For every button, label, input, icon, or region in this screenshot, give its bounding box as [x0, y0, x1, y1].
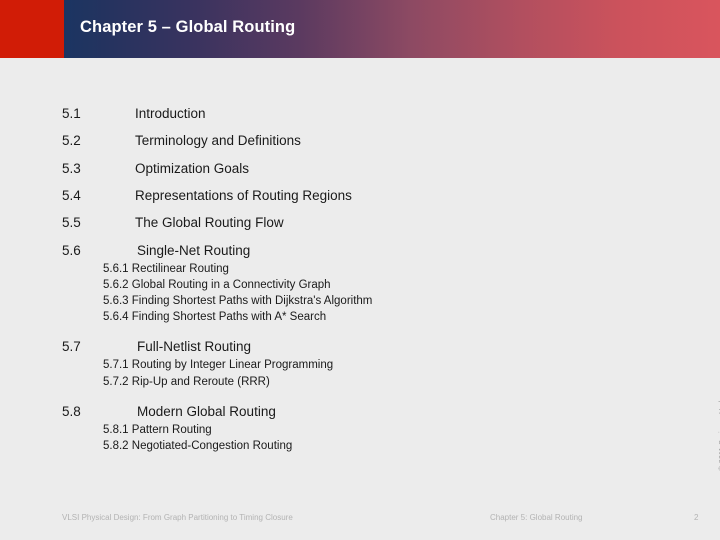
- outline-section-number: 5.8: [62, 403, 81, 419]
- outline-section-row: 5.8 Modern Global Routing: [0, 404, 700, 423]
- outline-subsection-item: 5.6.3 Finding Shortest Paths with Dijkst…: [103, 294, 373, 307]
- outline-section-row: 5.6 Single-Net Routing: [0, 243, 700, 262]
- outline-list: 5.1 Introduction 5.2 Terminology and Defini…: [0, 58, 720, 498]
- outline-section-number: 5.4: [62, 187, 81, 203]
- outline-section-number: 5.5: [62, 215, 81, 231]
- outline-section-row: 5.3 Optimization Goals: [0, 161, 700, 180]
- outline-subsection-item: 5.6.2 Global Routing in a Connectivity G…: [103, 278, 331, 291]
- outline-section-label: Terminology and Definitions: [135, 133, 301, 149]
- slide-title: Chapter 5 – Global Routing: [80, 18, 296, 36]
- slide-header-banner: Chapter 5 – Global Routing: [0, 0, 720, 58]
- outline-section-row: 5.5 The Global Routing Flow: [0, 215, 700, 234]
- outline-section-row: 5.4 Representations of Routing Regions: [0, 188, 700, 207]
- outline-section-label: Representations of Routing Regions: [135, 187, 352, 203]
- outline-section-number: 5.7: [62, 339, 81, 355]
- footer-book-title: VLSI Physical Design: From Graph Partiti…: [62, 513, 293, 522]
- outline-subsection-item: 5.6.1 Rectilinear Routing: [103, 262, 229, 275]
- outline-subsection-item: 5.7.1 Routing by Integer Linear Programm…: [103, 359, 334, 372]
- footer-page-number: 2: [694, 513, 699, 522]
- outline-section-label: Modern Global Routing: [137, 403, 276, 419]
- outline-section-row: 5.2 Terminology and Definitions: [0, 133, 700, 152]
- outline-section-label: Full-Netlist Routing: [137, 339, 252, 355]
- outline-section-row: 5.1 Introduction: [0, 106, 700, 125]
- slide-footer: VLSI Physical Design: From Graph Partiti…: [0, 511, 720, 531]
- outline-subsection-item: 5.8.2 Negotiated-Congestion Routing: [103, 439, 293, 452]
- footer-chapter-label: Chapter 5: Global Routing: [490, 513, 583, 522]
- outline-subsection-item: 5.8.1 Pattern Routing: [103, 423, 212, 436]
- outline-section-row: 5.7 Full-Netlist Routing: [0, 339, 700, 358]
- outline-section-label: Single-Net Routing: [137, 242, 251, 258]
- outline-subsection-item: 5.7.2 Rip-Up and Reroute (RRR): [103, 375, 270, 388]
- outline-section-number: 5.2: [62, 133, 81, 149]
- header-red-accent-block: [0, 0, 64, 58]
- outline-section-label: Optimization Goals: [135, 160, 250, 176]
- outline-section-number: 5.6: [62, 242, 81, 258]
- outline-section-number: 5.1: [62, 106, 81, 121]
- outline-section-label: The Global Routing Flow: [135, 215, 284, 231]
- outline-section-number: 5.3: [62, 160, 81, 176]
- outline-subsection-item: 5.6.4 Finding Shortest Paths with A* Sea…: [103, 311, 327, 324]
- outline-section-label: Introduction: [135, 106, 206, 121]
